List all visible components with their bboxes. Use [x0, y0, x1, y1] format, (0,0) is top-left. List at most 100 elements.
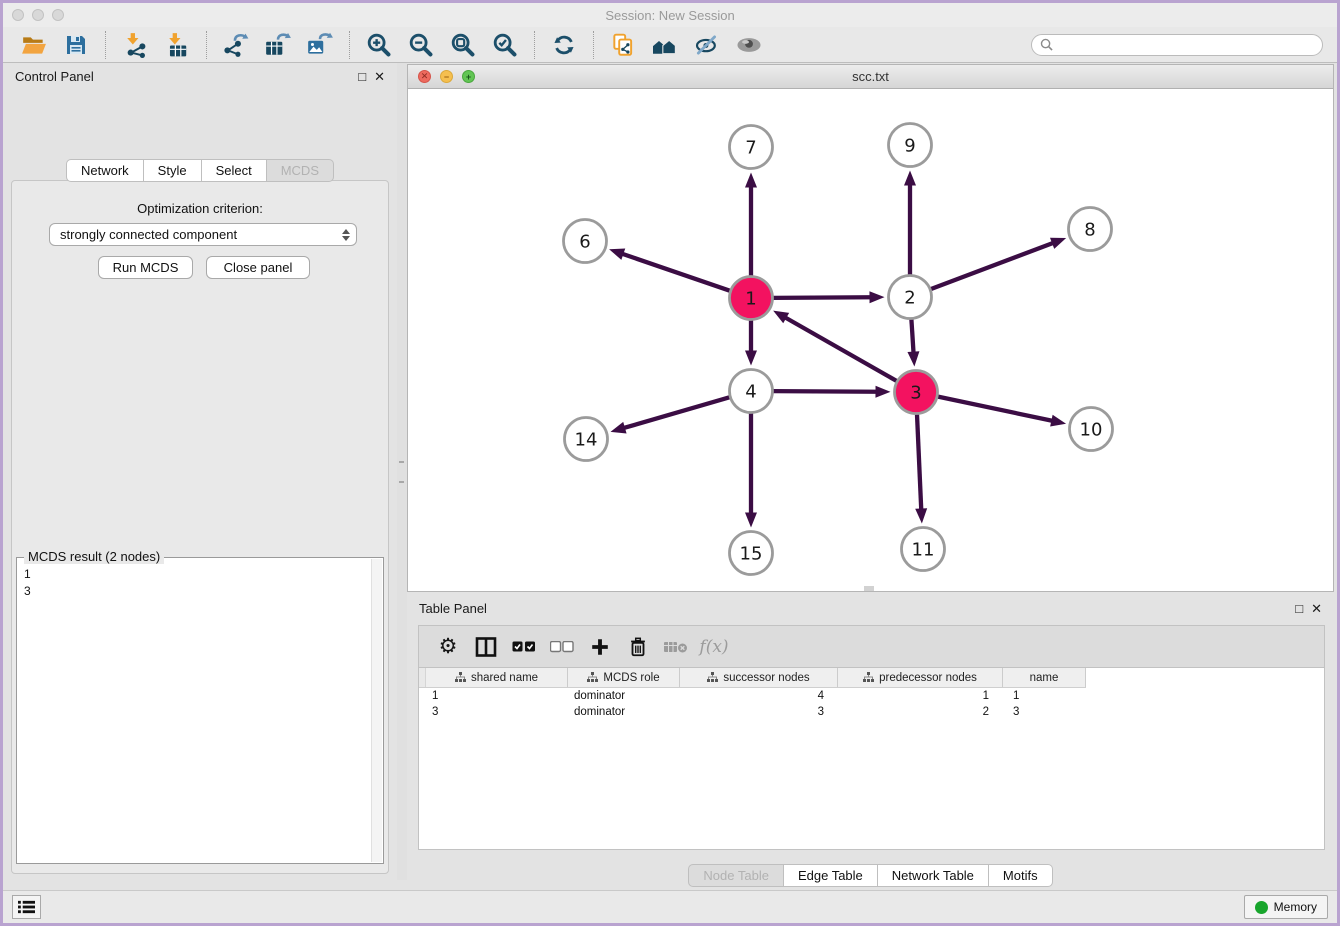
column-header-successor-nodes[interactable]: successor nodes [680, 668, 838, 687]
graph-edge-1-2[interactable] [773, 297, 871, 298]
network-view-title: scc.txt [408, 69, 1333, 84]
search-field[interactable] [1031, 34, 1323, 56]
deselect-checkboxes-icon[interactable] [547, 632, 577, 662]
task-history-button[interactable] [12, 895, 41, 919]
tab-network-table[interactable]: Network Table [878, 864, 989, 887]
mcds-result-list[interactable]: 1 3 [24, 566, 369, 861]
hide-selected-icon[interactable] [692, 31, 722, 59]
split-columns-icon[interactable] [471, 632, 501, 662]
column-tree-icon [863, 672, 874, 683]
table-row[interactable]: 1 dominator 4 1 1 [419, 688, 1086, 704]
graph-edge-3-10[interactable] [938, 397, 1053, 421]
network-window-titlebar[interactable]: ✕ − + scc.txt [408, 65, 1333, 89]
tab-node-table[interactable]: Node Table [688, 864, 784, 887]
cell-predecessor-nodes[interactable]: 2 [838, 704, 1003, 720]
tab-mcds[interactable]: MCDS [267, 159, 334, 182]
graph-edge-2-8[interactable] [931, 243, 1054, 289]
column-label: shared name [471, 672, 538, 684]
tab-motifs[interactable]: Motifs [989, 864, 1053, 887]
graph-edge-arrowhead [745, 351, 757, 366]
settings-icon[interactable]: ⚙ [433, 632, 463, 662]
cell-shared-name[interactable]: 1 [426, 688, 568, 704]
cell-successor-nodes[interactable]: 3 [680, 704, 838, 720]
save-session-icon[interactable] [61, 31, 91, 59]
graph-edge-3-1[interactable] [784, 317, 896, 381]
import-table-icon[interactable] [162, 31, 192, 59]
zoom-in-icon[interactable] [364, 31, 394, 59]
control-panel-title: Control Panel [15, 69, 94, 84]
column-tree-icon [455, 672, 466, 683]
toolbar-separator [593, 31, 594, 59]
tab-style[interactable]: Style [144, 159, 202, 182]
minimize-view-button[interactable]: − [440, 70, 453, 83]
tab-select[interactable]: Select [202, 159, 267, 182]
result-scrollbar[interactable] [371, 559, 382, 862]
column-header-mcds-role[interactable]: MCDS role [568, 668, 680, 687]
canvas-drag-handle[interactable] [864, 586, 874, 591]
criterion-select[interactable]: strongly connected component [49, 223, 357, 246]
memory-label: Memory [1274, 900, 1317, 914]
tab-edge-table[interactable]: Edge Table [784, 864, 878, 887]
fx-label: f(x) [699, 637, 728, 657]
cell-mcds-role[interactable]: dominator [568, 688, 680, 704]
close-panel-icon[interactable]: ✕ [1311, 602, 1322, 615]
column-header-shared-name[interactable]: shared name [426, 668, 568, 687]
table-row[interactable]: 3 dominator 3 2 3 [419, 704, 1086, 720]
graph-edge-arrowhead [745, 513, 757, 528]
tab-network[interactable]: Network [66, 159, 144, 182]
zoom-view-button[interactable]: + [462, 70, 475, 83]
cell-name[interactable]: 3 [1003, 704, 1086, 720]
delete-column-icon[interactable] [623, 632, 653, 662]
graph-node-label: 7 [745, 137, 756, 158]
cell-name[interactable]: 1 [1003, 688, 1086, 704]
cell-shared-name[interactable]: 3 [426, 704, 568, 720]
splitter-grip[interactable] [399, 461, 404, 483]
close-view-button[interactable]: ✕ [418, 70, 431, 83]
graph-edge-arrowhead [773, 311, 789, 324]
cell-predecessor-nodes[interactable]: 1 [838, 688, 1003, 704]
run-mcds-button[interactable]: Run MCDS [98, 256, 193, 279]
column-header-name[interactable]: name [1003, 668, 1086, 687]
export-network-icon[interactable] [221, 31, 251, 59]
memory-button[interactable]: Memory [1244, 895, 1328, 919]
close-panel-button[interactable]: Close panel [206, 256, 310, 279]
column-label: name [1030, 672, 1059, 684]
open-session-icon[interactable] [19, 31, 49, 59]
show-all-icon[interactable] [734, 31, 764, 59]
criterion-value: strongly connected component [60, 227, 237, 242]
export-image-icon[interactable] [305, 31, 335, 59]
duplicate-network-icon[interactable] [608, 31, 638, 59]
panel-splitter[interactable] [397, 63, 407, 880]
graph-edge-arrowhead [907, 351, 919, 366]
network-canvas[interactable]: 7968124314101511 [408, 89, 1333, 591]
table-panel: Table Panel □ ✕ ⚙ f(x) [407, 595, 1334, 888]
graph-edge-2-3[interactable] [911, 319, 913, 353]
function-builder-icon[interactable]: f(x) [699, 632, 729, 662]
zoom-selected-icon[interactable] [490, 31, 520, 59]
graph-edge-4-3[interactable] [773, 391, 877, 392]
add-column-icon[interactable] [585, 632, 615, 662]
search-input[interactable] [1058, 38, 1314, 52]
mcds-result-item[interactable]: 3 [24, 583, 369, 600]
import-network-icon[interactable] [120, 31, 150, 59]
first-neighbors-icon[interactable] [650, 31, 680, 59]
zoom-fit-icon[interactable] [448, 31, 478, 59]
column-header-predecessor-nodes[interactable]: predecessor nodes [838, 668, 1003, 687]
graph-edge-3-11[interactable] [917, 414, 921, 510]
delete-table-icon[interactable] [661, 632, 691, 662]
mcds-result-item[interactable]: 1 [24, 566, 369, 583]
float-panel-icon[interactable]: □ [1295, 602, 1303, 615]
select-all-checkboxes-icon[interactable] [509, 632, 539, 662]
graph-edge-4-14[interactable] [623, 397, 729, 428]
network-graph[interactable]: 7968124314101511 [408, 89, 1333, 591]
float-panel-icon[interactable]: □ [358, 70, 366, 83]
cell-successor-nodes[interactable]: 4 [680, 688, 838, 704]
graph-edge-1-6[interactable] [621, 254, 729, 291]
graph-edge-arrowhead [875, 386, 890, 398]
control-panel-tabs: Network Style Select MCDS [3, 159, 397, 182]
cell-mcds-role[interactable]: dominator [568, 704, 680, 720]
close-panel-icon[interactable]: ✕ [374, 70, 385, 83]
refresh-icon[interactable] [549, 31, 579, 59]
export-table-icon[interactable] [263, 31, 293, 59]
zoom-out-icon[interactable] [406, 31, 436, 59]
